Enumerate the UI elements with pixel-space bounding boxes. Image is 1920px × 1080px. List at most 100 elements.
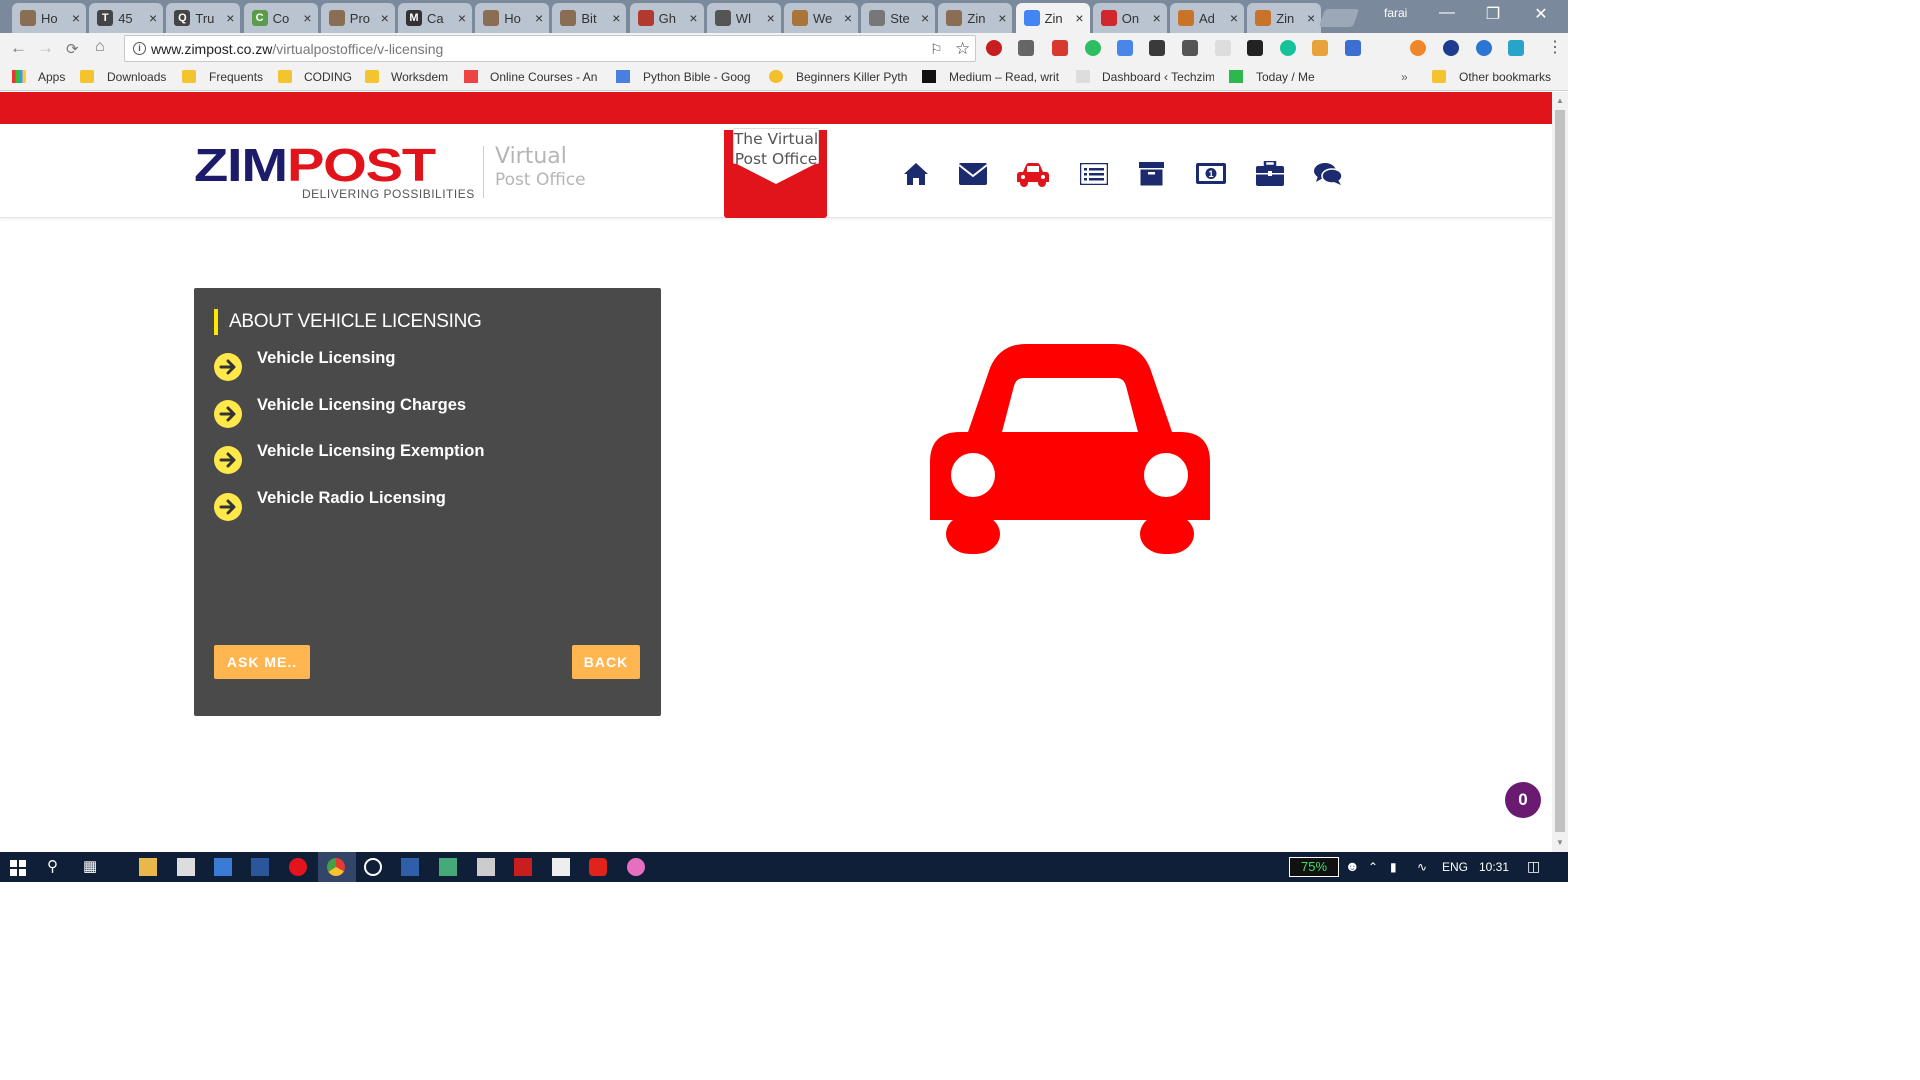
people-icon[interactable]: ☻ (1345, 858, 1360, 874)
list-icon[interactable] (1080, 163, 1108, 185)
bookmark-python-bible[interactable]: Python Bible - Goog (643, 70, 753, 84)
wifi-icon[interactable]: ∿ (1417, 860, 1427, 874)
bookmark-downloads[interactable]: Downloads (107, 70, 166, 84)
tab-close-icon[interactable]: × (72, 10, 80, 26)
document-icon[interactable] (477, 858, 495, 876)
extension-translate-icon[interactable] (1117, 40, 1133, 56)
bookmark-apps[interactable]: Apps (38, 70, 65, 84)
chat-badge-button[interactable]: 0 (1505, 782, 1541, 818)
file-explorer-icon[interactable] (139, 858, 157, 876)
envelope-icon[interactable] (959, 163, 987, 185)
home-button-icon[interactable]: ⌂ (95, 38, 105, 56)
forward-arrow-icon[interactable]: → (37, 38, 54, 58)
search-icon[interactable]: ⚲ (47, 857, 58, 875)
extension-a-icon[interactable] (1476, 40, 1492, 56)
extension-pin-icon[interactable] (1018, 40, 1034, 56)
bookmark-dashboard-techzim[interactable]: Dashboard ‹ Techzim (1102, 70, 1214, 84)
browser-tab[interactable]: Zin × (938, 3, 1013, 33)
tab-close-icon[interactable]: × (1307, 10, 1315, 26)
briefcase-icon[interactable] (1256, 161, 1284, 186)
browser-tab[interactable]: Wl × (706, 3, 781, 33)
tab-close-icon[interactable]: × (458, 10, 466, 26)
extension-moon-icon[interactable] (1443, 40, 1459, 56)
ask-me-button[interactable]: ASK ME.. (214, 645, 310, 679)
browser-tab[interactable]: Ste × (861, 3, 936, 33)
extension-page-icon[interactable] (1215, 40, 1231, 56)
restore-button[interactable]: ❐ (1470, 4, 1516, 26)
task-view-icon[interactable]: ▦ (83, 857, 97, 875)
extension-book-icon[interactable] (1052, 40, 1068, 56)
tab-close-icon[interactable]: × (998, 10, 1006, 26)
other-bookmarks[interactable]: Other bookmarks (1459, 70, 1551, 84)
browser-tab[interactable]: On × (1092, 3, 1167, 33)
shield-icon[interactable] (552, 858, 570, 876)
address-bar[interactable]: i www.zimpost.co.zw/virtualpostoffice/v-… (124, 35, 976, 62)
list-item-label[interactable]: Vehicle Licensing Exemption (257, 442, 484, 461)
list-item-vehicle-licensing[interactable]: Vehicle Licensing (214, 349, 634, 383)
loading-spinner-icon[interactable]: ⟳ (66, 40, 79, 58)
battery-icon[interactable]: ▮ (1390, 860, 1397, 874)
extension-d-icon[interactable] (1085, 40, 1101, 56)
itunes-icon[interactable] (627, 858, 645, 876)
list-item-label[interactable]: Vehicle Radio Licensing (257, 489, 446, 508)
tab-close-icon[interactable]: × (1230, 10, 1238, 26)
close-window-button[interactable]: ✕ (1518, 4, 1564, 26)
page-scrollbar[interactable]: ▲ ▼ (1552, 92, 1568, 852)
info-icon[interactable]: i (133, 42, 146, 55)
tab-close-icon[interactable]: × (535, 10, 543, 26)
bookmark-beginners-python[interactable]: Beginners Killer Pyth (796, 70, 908, 84)
tab-close-icon[interactable]: × (612, 10, 620, 26)
list-item-vehicle-licensing-charges[interactable]: Vehicle Licensing Charges (214, 396, 634, 430)
bookmarks-overflow[interactable]: » (1401, 70, 1408, 84)
list-item-label[interactable]: Vehicle Licensing Charges (257, 396, 466, 415)
media-icon[interactable] (364, 858, 382, 876)
browser-tab[interactable]: We × (784, 3, 858, 33)
new-tab-button[interactable] (1318, 9, 1360, 27)
browser-tab[interactable]: Ho × (12, 3, 86, 33)
chevron-up-icon[interactable]: ⌃ (1368, 860, 1378, 874)
tab-close-icon[interactable]: × (1153, 10, 1161, 26)
extension-counter-icon[interactable] (1508, 40, 1524, 56)
bookmark-medium[interactable]: Medium – Read, writ (949, 70, 1061, 84)
translate-icon[interactable]: ⚐ (930, 41, 943, 58)
chrome-icon[interactable] (327, 858, 345, 876)
car-icon[interactable] (1017, 162, 1049, 188)
scroll-thumb[interactable] (1555, 110, 1565, 832)
tab-close-icon[interactable]: × (844, 10, 852, 26)
language-indicator[interactable]: ENG (1442, 860, 1468, 874)
browser-tab[interactable]: Q Tru × (166, 3, 241, 33)
tab-close-icon[interactable]: × (1075, 10, 1083, 26)
extension-youtube-icon[interactable] (986, 40, 1002, 56)
extension-columns-icon[interactable] (1247, 40, 1263, 56)
archive-icon[interactable] (1139, 162, 1164, 186)
clock-time[interactable]: 10:31 (1479, 860, 1509, 874)
browser-tab[interactable]: M Ca × (398, 3, 472, 33)
back-button[interactable]: BACK (572, 645, 640, 679)
extension-pocket-icon[interactable] (1182, 40, 1198, 56)
taskbar-app-icon[interactable] (177, 858, 195, 876)
browser-tab[interactable]: Ad × (1170, 3, 1244, 33)
python-icon[interactable] (439, 858, 457, 876)
store-icon[interactable] (214, 858, 232, 876)
minimize-button[interactable]: — (1424, 4, 1470, 26)
list-item-vehicle-radio-licensing[interactable]: Vehicle Radio Licensing (214, 489, 634, 523)
list-item-label[interactable]: Vehicle Licensing (257, 349, 395, 368)
browser-tab[interactable]: C Co × (243, 3, 318, 33)
bookmark-frequents[interactable]: Frequents (209, 70, 263, 84)
back-arrow-icon[interactable]: ← (10, 38, 27, 58)
tab-close-icon[interactable]: × (149, 10, 157, 26)
profile-name[interactable]: farai (1384, 6, 1407, 20)
browser-tab[interactable]: Bit × (552, 3, 627, 33)
bookmark-worksdem[interactable]: Worksdem (391, 70, 448, 84)
tab-close-icon[interactable]: × (226, 10, 234, 26)
tab-close-icon[interactable]: × (381, 10, 389, 26)
url-text[interactable]: www.zimpost.co.zw/virtualpostoffice/v-li… (151, 41, 443, 57)
word-icon[interactable] (251, 858, 269, 876)
extension-dots-icon[interactable] (1149, 40, 1165, 56)
bookmark-star-icon[interactable]: ☆ (955, 39, 970, 59)
browser-tab[interactable]: Ho × (475, 3, 550, 33)
menu-kebab-icon[interactable]: ⋮ (1547, 37, 1563, 57)
browser-tab[interactable]: Pro × (320, 3, 395, 33)
comments-icon[interactable] (1314, 162, 1342, 186)
extension-window-icon[interactable] (1345, 40, 1361, 56)
